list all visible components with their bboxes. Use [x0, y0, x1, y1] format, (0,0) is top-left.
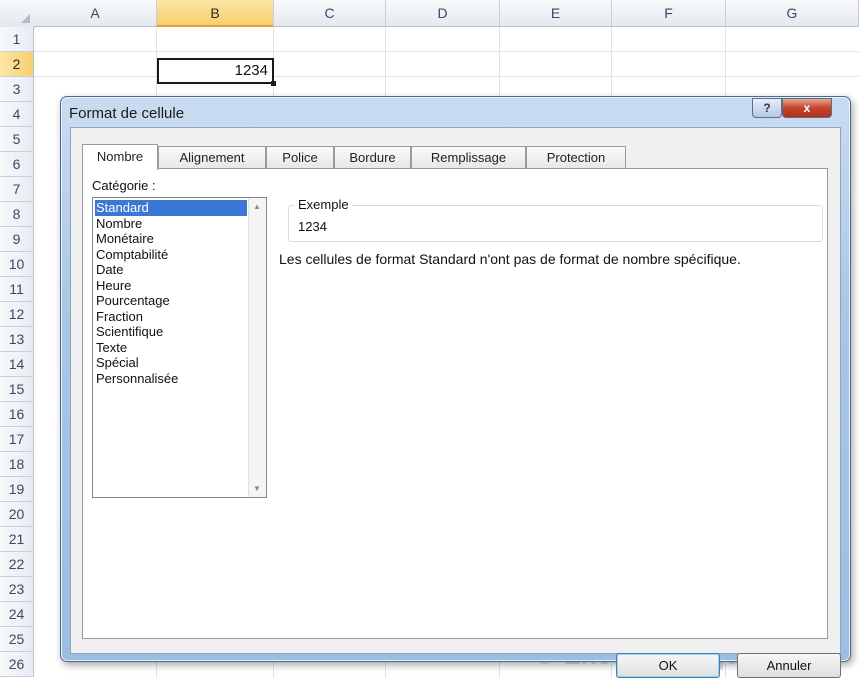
- row-header-15[interactable]: 15: [0, 377, 34, 402]
- row-header-17[interactable]: 17: [0, 427, 34, 452]
- row-header-16[interactable]: 16: [0, 402, 34, 427]
- row-header-19[interactable]: 19: [0, 477, 34, 502]
- active-cell-b2[interactable]: 1234: [157, 58, 274, 84]
- row-header-24[interactable]: 24: [0, 602, 34, 627]
- column-header-a[interactable]: A: [34, 0, 157, 27]
- category-item-date[interactable]: Date: [95, 262, 247, 278]
- column-header-e[interactable]: E: [500, 0, 612, 27]
- category-item-nombre[interactable]: Nombre: [95, 216, 247, 232]
- row-header-22[interactable]: 22: [0, 552, 34, 577]
- category-item-pourcentage[interactable]: Pourcentage: [95, 293, 247, 309]
- tab-police[interactable]: Police: [266, 146, 334, 169]
- category-item-scientifique[interactable]: Scientifique: [95, 324, 247, 340]
- category-list: Standard Nombre Monétaire Comptabilité D…: [95, 200, 247, 386]
- row-header-14[interactable]: 14: [0, 352, 34, 377]
- row-header-25[interactable]: 25: [0, 627, 34, 652]
- category-item-standard[interactable]: Standard: [95, 200, 247, 216]
- category-item-special[interactable]: Spécial: [95, 355, 247, 371]
- category-item-personnalisee[interactable]: Personnalisée: [95, 371, 247, 387]
- category-item-comptabilite[interactable]: Comptabilité: [95, 247, 247, 263]
- fill-handle[interactable]: [271, 81, 276, 86]
- category-label: Catégorie :: [92, 178, 156, 193]
- column-header-c[interactable]: C: [274, 0, 386, 27]
- category-item-fraction[interactable]: Fraction: [95, 309, 247, 325]
- dialog-title: Format de cellule: [69, 105, 185, 122]
- sample-group: Exemple 1234: [288, 197, 823, 242]
- row-header-21[interactable]: 21: [0, 527, 34, 552]
- dialog-client-area: Nombre Alignement Police Bordure Remplis…: [70, 127, 841, 678]
- category-item-texte[interactable]: Texte: [95, 340, 247, 356]
- row-header-5[interactable]: 5: [0, 127, 34, 152]
- row-header-2[interactable]: 2: [0, 52, 34, 77]
- scroll-down-arrow-icon[interactable]: ▼: [253, 484, 261, 493]
- row-header-3[interactable]: 3: [0, 77, 34, 102]
- scroll-up-arrow-icon[interactable]: ▲: [253, 202, 261, 211]
- row-header-11[interactable]: 11: [0, 277, 34, 302]
- category-item-monetaire[interactable]: Monétaire: [95, 231, 247, 247]
- column-header-b[interactable]: B: [157, 0, 274, 27]
- tab-protection[interactable]: Protection: [526, 146, 626, 169]
- corner-triangle-icon: [21, 14, 30, 23]
- column-header-d[interactable]: D: [386, 0, 500, 27]
- category-listbox[interactable]: Standard Nombre Monétaire Comptabilité D…: [92, 197, 267, 498]
- select-all-corner[interactable]: [0, 0, 35, 28]
- row-header-10[interactable]: 10: [0, 252, 34, 277]
- sample-value: 1234: [298, 219, 327, 234]
- tab-bordure[interactable]: Bordure: [334, 146, 411, 169]
- category-item-heure[interactable]: Heure: [95, 278, 247, 294]
- help-icon: ?: [763, 101, 771, 115]
- tab-remplissage[interactable]: Remplissage: [411, 146, 526, 169]
- gridline: [34, 51, 859, 52]
- row-header-20[interactable]: 20: [0, 502, 34, 527]
- format-description: Les cellules de format Standard n'ont pa…: [279, 251, 741, 267]
- row-header-18[interactable]: 18: [0, 452, 34, 477]
- format-cells-dialog: Format de cellule ? x Nombre Alignement …: [60, 96, 851, 678]
- tab-nombre[interactable]: Nombre: [82, 144, 158, 170]
- row-header-7[interactable]: 7: [0, 177, 34, 202]
- category-scrollbar[interactable]: ▲ ▼: [248, 198, 266, 497]
- close-icon: x: [803, 101, 811, 115]
- row-header-8[interactable]: 8: [0, 202, 34, 227]
- column-header-g[interactable]: G: [726, 0, 859, 27]
- row-header-9[interactable]: 9: [0, 227, 34, 252]
- sample-label: Exemple: [295, 197, 352, 212]
- ok-button[interactable]: OK: [616, 653, 720, 678]
- cancel-button[interactable]: Annuler: [737, 653, 841, 678]
- row-header-23[interactable]: 23: [0, 577, 34, 602]
- row-header-6[interactable]: 6: [0, 152, 34, 177]
- number-tab-panel: Catégorie : Standard Nombre Monétaire Co…: [82, 168, 828, 639]
- row-header-13[interactable]: 13: [0, 327, 34, 352]
- column-header-f[interactable]: F: [612, 0, 726, 27]
- help-button[interactable]: ?: [752, 98, 782, 118]
- row-header-26[interactable]: 26: [0, 652, 34, 677]
- row-header-12[interactable]: 12: [0, 302, 34, 327]
- close-button[interactable]: x: [782, 98, 832, 118]
- row-header-4[interactable]: 4: [0, 102, 34, 127]
- row-header-1[interactable]: 1: [0, 27, 34, 52]
- tab-alignement[interactable]: Alignement: [158, 146, 266, 169]
